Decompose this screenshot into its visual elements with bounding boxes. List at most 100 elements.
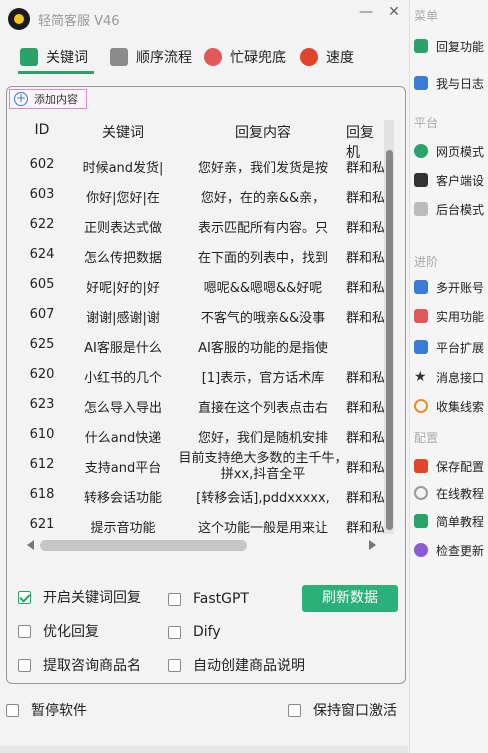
tools-icon	[414, 309, 428, 323]
keep-active-option[interactable]: 保持窗口激活	[288, 700, 397, 720]
cell-reply: 目前支持绝大多数的主千牛，拼xx,抖音全平	[178, 451, 348, 482]
search-icon	[414, 399, 428, 413]
sidebar-item-label: 平台扩展	[436, 340, 485, 355]
sidebar-item-extend[interactable]: 平台扩展	[414, 336, 484, 358]
sidebar-item-online-tutorial[interactable]: 在线教程	[414, 482, 484, 504]
status-strip	[0, 746, 408, 753]
cell-keyword: 什么and快递	[84, 431, 162, 446]
cell-id: 607	[29, 307, 55, 322]
add-content-button[interactable]: + 添加内容	[9, 89, 87, 109]
cell-type: 群和私	[346, 251, 386, 266]
cell-keyword: AI客服是什么	[84, 341, 162, 356]
sidebar-item-background[interactable]: 后台模式	[414, 198, 484, 220]
close-icon[interactable]: ✕	[384, 2, 404, 22]
sidebar-item-web-mode[interactable]: 网页模式	[414, 140, 484, 162]
table-row[interactable]: 624 怎么传把数据 在下面的列表中，找到 群和私	[14, 240, 394, 270]
table-row[interactable]: 607 谢谢|感谢|谢 不客气的哦亲&&没事 群和私	[14, 300, 394, 330]
scroll-right-icon[interactable]	[369, 540, 376, 550]
table-row[interactable]: 625 AI客服是什么 AI客服的功能的是指使	[14, 330, 394, 360]
speed-icon	[300, 48, 318, 66]
optimize-reply-option[interactable]: 优化回复	[18, 621, 99, 641]
sidebar-item-label: 在线教程	[436, 486, 485, 501]
sidebar-heading-menu: 菜单	[414, 9, 439, 23]
sidebar-item-tools[interactable]: 实用功能	[414, 305, 484, 327]
dify-option[interactable]: Dify	[168, 624, 221, 640]
sidebar-item-check-update[interactable]: 检查更新	[414, 539, 484, 561]
table-row[interactable]: 622 正则表达式做 表示匹配所有内容。只 群和私	[14, 210, 394, 240]
flower-icon	[204, 48, 222, 66]
sidebar: 菜单 回复功能 我与日志 平台 网页模式 客户端设 后台模式 进阶 多开账号 实…	[409, 0, 488, 753]
enable-keyword-checkbox[interactable]	[18, 590, 31, 604]
fastgpt-option[interactable]: FastGPT	[168, 591, 249, 607]
vertical-scroll-thumb[interactable]	[386, 150, 393, 530]
tutorial-icon	[414, 514, 428, 528]
sidebar-item-label: 检查更新	[436, 543, 485, 558]
pause-software-checkbox[interactable]	[6, 703, 19, 717]
sidebar-item-save-config[interactable]: 保存配置	[414, 455, 484, 477]
sidebar-item-multi-account[interactable]: 多开账号	[414, 276, 484, 298]
extract-product-option[interactable]: 提取咨询商品名	[18, 655, 141, 675]
sidebar-item-label: 后台模式	[436, 202, 485, 217]
scroll-left-icon[interactable]	[27, 540, 34, 550]
table-row[interactable]: 621 提示音功能 这个功能一般是用来让 群和私	[14, 510, 394, 535]
table-row[interactable]: 602 时候and发货| 您好亲，我们发货是按 群和私	[14, 150, 394, 180]
cell-keyword: 怎么导入导出	[83, 401, 162, 416]
sidebar-item-client[interactable]: 客户端设	[414, 169, 484, 191]
cell-reply: 在下面的列表中，找到	[197, 251, 328, 266]
auto-create-desc-option[interactable]: 自动创建商品说明	[168, 655, 305, 675]
minimize-icon[interactable]: —	[356, 2, 376, 22]
tab-busy-fallback[interactable]: 忙碌兜底	[204, 44, 286, 70]
optimize-reply-checkbox[interactable]	[18, 624, 31, 638]
table-row[interactable]: 623 怎么导入导出 直接在这个列表点击右 群和私	[14, 390, 394, 420]
cell-reply: 您好，我们是随机安排	[197, 431, 328, 446]
cell-id: 620	[29, 367, 55, 382]
tab-keywords[interactable]: 关键词	[20, 44, 88, 70]
refresh-data-button[interactable]: 刷新数据	[302, 585, 398, 612]
log-icon	[414, 76, 428, 90]
enable-keyword-option[interactable]: 开启关键词回复	[18, 587, 141, 607]
cell-keyword: 谢谢|感谢|谢	[86, 311, 160, 326]
plus-icon: +	[14, 91, 28, 106]
table-header: ID 关键词 回复内容 回复机	[14, 115, 394, 161]
tab-speed[interactable]: 速度	[300, 44, 354, 70]
keep-active-checkbox[interactable]	[288, 703, 301, 717]
cell-id: 605	[29, 277, 55, 292]
sidebar-item-label: 客户端设	[436, 173, 485, 188]
table-row[interactable]: 620 小红书的几个 [1]表示，官方话术库 群和私	[14, 360, 394, 390]
cell-type: 群和私	[346, 191, 386, 206]
pause-software-option[interactable]: 暂停软件	[6, 700, 87, 720]
header-id[interactable]: ID	[14, 122, 70, 138]
tab-bar: 关键词 顺序流程 忙碌兜底 速度	[0, 40, 408, 74]
auto-create-desc-checkbox[interactable]	[168, 658, 181, 672]
dify-checkbox[interactable]	[168, 625, 181, 639]
cell-type: 群和私	[346, 521, 386, 535]
dify-label: Dify	[193, 624, 221, 640]
tab-sequence-flow[interactable]: 顺序流程	[110, 44, 192, 70]
table-row[interactable]: 618 转移会话功能 [转移会话],pddxxxxx, 群和私	[14, 480, 394, 510]
sidebar-item-reply[interactable]: 回复功能	[414, 35, 484, 57]
cell-type: 群和私	[346, 461, 386, 476]
cell-keyword: 提示音功能	[90, 521, 156, 535]
web-icon	[414, 144, 428, 158]
header-reply[interactable]: 回复内容	[178, 122, 348, 142]
cell-keyword: 你好|您好|在	[86, 191, 160, 206]
table-row[interactable]: 610 什么and快递 您好，我们是随机安排 群和私	[14, 420, 394, 450]
fastgpt-checkbox[interactable]	[168, 592, 181, 606]
table-row[interactable]: 605 好呢|好的|好 嗯呢&&嗯嗯&&好呢 群和私	[14, 270, 394, 300]
sidebar-item-log[interactable]: 我与日志	[414, 72, 484, 94]
update-icon	[414, 543, 428, 557]
star-icon: ★	[414, 369, 427, 385]
table-row[interactable]: 612 支持and平台 目前支持绝大多数的主千牛，拼xx,抖音全平 群和私	[14, 450, 394, 482]
keep-active-label: 保持窗口激活	[313, 703, 397, 719]
sidebar-item-message-api[interactable]: ★ 消息接口	[414, 366, 484, 388]
table-row[interactable]: 603 你好|您好|在 您好，在的亲&&亲， 群和私	[14, 180, 394, 210]
extract-product-checkbox[interactable]	[18, 658, 31, 672]
header-keyword[interactable]: 关键词	[76, 122, 170, 142]
sidebar-item-label: 简单教程	[436, 514, 485, 529]
cell-type: 群和私	[346, 161, 386, 176]
sidebar-item-simple-tutorial[interactable]: 简单教程	[414, 510, 484, 532]
horizontal-scroll-thumb[interactable]	[40, 540, 247, 551]
cell-id: 602	[29, 157, 55, 172]
sidebar-item-collect-leads[interactable]: 收集线索	[414, 395, 484, 417]
add-content-label: 添加内容	[34, 93, 78, 106]
